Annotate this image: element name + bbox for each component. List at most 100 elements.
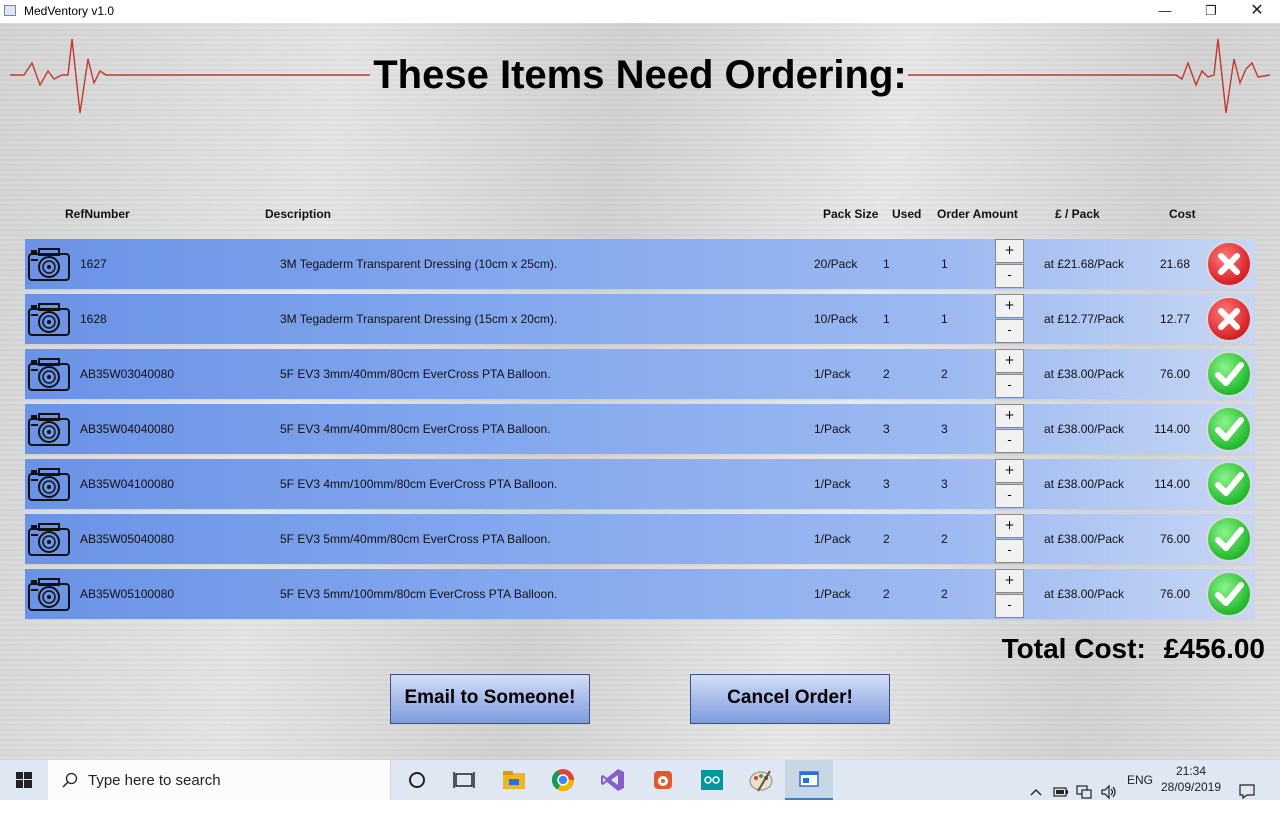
- row-price-per-pack: at £38.00/Pack: [1044, 532, 1125, 546]
- decrement-button[interactable]: -: [995, 429, 1024, 453]
- total-cost-value: £456.00: [1163, 633, 1265, 664]
- camera-icon[interactable]: [27, 411, 71, 447]
- taskbar: Type here to search ENG 21:34 28/09/2019: [0, 760, 1280, 800]
- row-order-amount: 3: [941, 477, 948, 491]
- decrement-button[interactable]: -: [995, 374, 1024, 398]
- col-header-used: Used: [892, 207, 922, 221]
- increment-button[interactable]: +: [995, 349, 1024, 373]
- task-view-icon[interactable]: [449, 765, 479, 795]
- row-price-per-pack: at £38.00/Pack: [1044, 477, 1125, 491]
- col-header-price-per-pack: £ / Pack: [1055, 207, 1100, 221]
- decrement-button[interactable]: -: [995, 484, 1024, 508]
- table-row: AB35W05040080 5F EV3 5mm/40mm/80cm EverCr…: [25, 514, 1255, 564]
- medventory-taskbar-button[interactable]: [785, 760, 833, 800]
- increment-button[interactable]: +: [995, 294, 1024, 318]
- title-bar: MedVentory v1.0 — ❐ ✕: [0, 0, 1280, 23]
- camera-icon[interactable]: [27, 356, 71, 392]
- row-cost: 21.68: [1159, 257, 1190, 271]
- camera-icon[interactable]: [27, 246, 71, 282]
- cancel-order-button[interactable]: Cancel Order!: [690, 674, 890, 724]
- row-price-per-pack: at £38.00/Pack: [1044, 367, 1125, 381]
- row-description: 5F EV3 4mm/100mm/80cm EverCross PTA Ball…: [280, 477, 558, 491]
- email-button[interactable]: Email to Someone!: [390, 674, 590, 724]
- row-ref: AB35W04040080: [80, 422, 175, 436]
- approve-icon[interactable]: [1205, 570, 1253, 618]
- increment-button[interactable]: +: [995, 404, 1024, 428]
- row-order-amount: 2: [941, 587, 948, 601]
- row-cost: 76.00: [1159, 532, 1190, 546]
- approve-icon[interactable]: [1205, 405, 1253, 453]
- table-row: AB35W03040080 5F EV3 3mm/40mm/80cm EverCr…: [25, 349, 1255, 399]
- increment-button[interactable]: +: [995, 459, 1024, 483]
- camera-icon[interactable]: [27, 301, 71, 337]
- taskbar-search[interactable]: Type here to search: [48, 760, 391, 800]
- order-amount-stepper: + -: [995, 514, 1024, 564]
- close-button[interactable]: ✕: [1234, 0, 1280, 23]
- row-pack-size: 20/Pack: [814, 257, 858, 271]
- volume-icon[interactable]: [1100, 772, 1118, 812]
- start-button[interactable]: [0, 760, 48, 800]
- chevron-up-icon[interactable]: [1028, 772, 1044, 812]
- camera-icon[interactable]: [27, 466, 71, 502]
- notification-icon[interactable]: [1238, 771, 1256, 811]
- row-price-per-pack: at £38.00/Pack: [1044, 422, 1125, 436]
- table-row: 1627 3M Tegaderm Transparent Dressing (10…: [25, 239, 1255, 289]
- row-pack-size: 1/Pack: [814, 532, 851, 546]
- col-header-description: Description: [265, 207, 332, 221]
- remove-icon[interactable]: [1205, 240, 1253, 288]
- row-ref: AB35W05040080: [80, 532, 175, 546]
- row-pack-size: 1/Pack: [814, 367, 851, 381]
- row-description: 3M Tegaderm Transparent Dressing (15cm x…: [280, 312, 558, 326]
- arduino-icon[interactable]: [697, 765, 727, 795]
- approve-icon[interactable]: [1205, 460, 1253, 508]
- row-ref: AB35W05100080: [80, 587, 175, 601]
- battery-icon[interactable]: [1053, 772, 1069, 812]
- camera-icon[interactable]: [27, 521, 71, 557]
- restore-button[interactable]: ❐: [1188, 0, 1234, 23]
- app-icon: [4, 5, 16, 16]
- remove-icon[interactable]: [1205, 295, 1253, 343]
- network-icon[interactable]: [1076, 772, 1092, 812]
- camera-icon[interactable]: [27, 576, 71, 612]
- visual-studio-icon[interactable]: [598, 765, 628, 795]
- cortana-icon[interactable]: [402, 765, 432, 795]
- row-order-amount: 1: [941, 257, 948, 271]
- increment-button[interactable]: +: [995, 514, 1024, 538]
- increment-button[interactable]: +: [995, 569, 1024, 593]
- paint-icon[interactable]: [746, 765, 776, 795]
- row-pack-size: 1/Pack: [814, 422, 851, 436]
- order-amount-stepper: + -: [995, 239, 1024, 289]
- table-row: 1628 3M Tegaderm Transparent Dressing (15…: [25, 294, 1255, 344]
- row-order-amount: 2: [941, 532, 948, 546]
- row-used: 2: [883, 587, 890, 601]
- decrement-button[interactable]: -: [995, 594, 1024, 618]
- decrement-button[interactable]: -: [995, 539, 1024, 563]
- order-amount-stepper: + -: [995, 349, 1024, 399]
- table-row: AB35W05100080 5F EV3 5mm/100mm/80cm EverC…: [25, 569, 1255, 619]
- file-explorer-icon[interactable]: [499, 765, 529, 795]
- row-price-per-pack: at £12.77/Pack: [1044, 312, 1125, 326]
- minimize-button[interactable]: —: [1142, 0, 1188, 23]
- order-amount-stepper: + -: [995, 404, 1024, 454]
- approve-icon[interactable]: [1205, 350, 1253, 398]
- row-order-amount: 3: [941, 422, 948, 436]
- increment-button[interactable]: +: [995, 239, 1024, 263]
- decrement-button[interactable]: -: [995, 264, 1024, 288]
- row-description: 3M Tegaderm Transparent Dressing (10cm x…: [280, 257, 558, 271]
- total-cost-label: Total Cost:: [1001, 633, 1146, 664]
- decrement-button[interactable]: -: [995, 319, 1024, 343]
- row-pack-size: 10/Pack: [814, 312, 858, 326]
- language-indicator[interactable]: ENG: [1127, 773, 1153, 813]
- order-amount-stepper: + -: [995, 569, 1024, 619]
- approve-icon[interactable]: [1205, 515, 1253, 563]
- row-cost: 114.00: [1154, 422, 1190, 436]
- row-description: 5F EV3 5mm/40mm/80cm EverCross PTA Ballo…: [280, 532, 551, 546]
- chrome-icon[interactable]: [548, 765, 578, 795]
- table-row: AB35W04040080 5F EV3 4mm/40mm/80cm EverCr…: [25, 404, 1255, 454]
- app-fox-icon[interactable]: [648, 765, 678, 795]
- row-order-amount: 1: [941, 312, 948, 326]
- clock[interactable]: 21:34 28/09/2019: [1160, 760, 1222, 800]
- row-price-per-pack: at £38.00/Pack: [1044, 587, 1125, 601]
- row-price-per-pack: at £21.68/Pack: [1044, 257, 1125, 271]
- row-used: 3: [883, 422, 890, 436]
